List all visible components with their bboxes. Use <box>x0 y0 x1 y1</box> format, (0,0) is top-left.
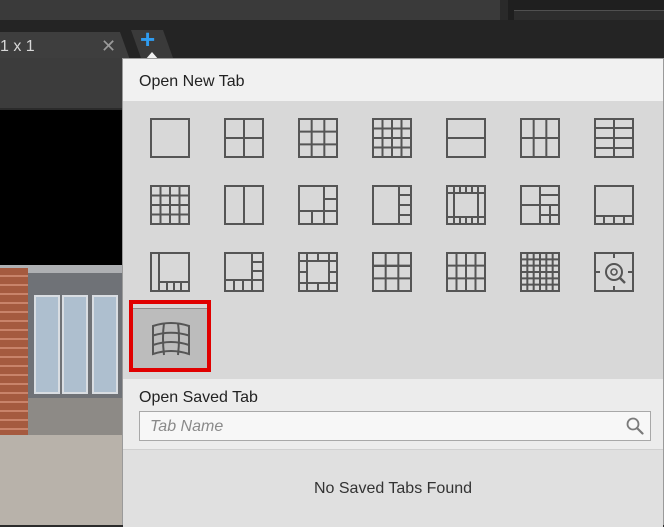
tab-name-search-box[interactable] <box>139 411 651 441</box>
layout-option[interactable] <box>206 241 284 305</box>
tab-close-icon[interactable]: ✕ <box>101 36 116 57</box>
camera-video-feed <box>0 110 126 525</box>
popup-header: Open New Tab <box>123 59 663 102</box>
layout-option[interactable] <box>206 174 284 238</box>
top-bar <box>0 0 500 20</box>
layout-1-plus-4-bottom-icon <box>594 185 634 225</box>
layout-2x2-icon <box>224 118 264 158</box>
layout-option[interactable] <box>132 174 210 238</box>
scene-door <box>92 295 118 394</box>
no-saved-tabs-message: No Saved Tabs Found <box>313 480 473 497</box>
scene-door <box>34 295 60 394</box>
layout-option[interactable] <box>354 107 432 171</box>
layout-2-over-2-icon <box>520 118 560 158</box>
layout-grid <box>123 101 663 379</box>
layout-1-plus-5-icon <box>298 185 338 225</box>
open-new-tab-popup: Open New Tab Open Saved Tab No Saved Tab… <box>122 58 664 527</box>
layout-1-plus-10-icon <box>150 252 190 292</box>
view-toolbar <box>0 58 130 108</box>
scene-brick-pillar <box>0 268 28 448</box>
layout-3x3-icon <box>298 118 338 158</box>
layout-option[interactable] <box>428 107 506 171</box>
search-icon[interactable] <box>626 417 644 435</box>
layout-option[interactable] <box>428 241 506 305</box>
layout-option[interactable] <box>280 241 358 305</box>
tab-1x1-label: 1 x 1 <box>0 38 35 55</box>
layout-2-plus-9-icon <box>446 252 486 292</box>
layout-fisheye-icon <box>594 252 634 292</box>
layout-option[interactable] <box>576 241 654 305</box>
layout-2-col-2-row-icon <box>594 118 634 158</box>
layout-4x4-icon <box>372 118 412 158</box>
layout-option[interactable] <box>354 174 432 238</box>
popup-title: Open New Tab <box>139 73 245 90</box>
layout-option[interactable] <box>576 107 654 171</box>
layout-option[interactable] <box>502 241 580 305</box>
layout-option[interactable] <box>206 107 284 171</box>
plus-icon[interactable]: + <box>140 26 155 52</box>
layout-option[interactable] <box>502 107 580 171</box>
saved-tabs-title: Open Saved Tab <box>139 389 258 406</box>
app-top-strip <box>0 0 664 21</box>
layout-option[interactable] <box>576 174 654 238</box>
layout-1-plus-12-icon <box>446 185 486 225</box>
camera-scene <box>0 265 126 525</box>
layout-panoramic-warp-icon <box>152 322 190 356</box>
layout-option[interactable] <box>132 241 210 305</box>
layout-1x2-icon <box>224 185 264 225</box>
layout-1x1-icon <box>150 118 190 158</box>
layout-option[interactable] <box>280 107 358 171</box>
layout-1-plus-11-icon <box>224 252 264 292</box>
layout-option[interactable] <box>132 308 210 372</box>
layout-2-plus-8-icon <box>372 252 412 292</box>
layout-1-over-1-icon <box>446 118 486 158</box>
layout-option[interactable] <box>132 107 210 171</box>
scene-door <box>62 295 88 394</box>
layout-1-plus-7-icon <box>372 185 412 225</box>
layout-option[interactable] <box>354 241 432 305</box>
tab-name-search-input[interactable] <box>148 416 622 438</box>
saved-tabs-list: No Saved Tabs Found <box>123 449 663 527</box>
scene-floor <box>0 435 126 525</box>
saved-tabs-section: Open Saved Tab <box>123 379 663 449</box>
layout-5x4-icon <box>150 185 190 225</box>
layout-option[interactable] <box>280 174 358 238</box>
layout-1-plus-12-ring-icon <box>298 252 338 292</box>
layout-6x6-icon <box>520 252 560 292</box>
layout-option[interactable] <box>502 174 580 238</box>
layout-1-plus-9-icon <box>520 185 560 225</box>
layout-option[interactable] <box>428 174 506 238</box>
